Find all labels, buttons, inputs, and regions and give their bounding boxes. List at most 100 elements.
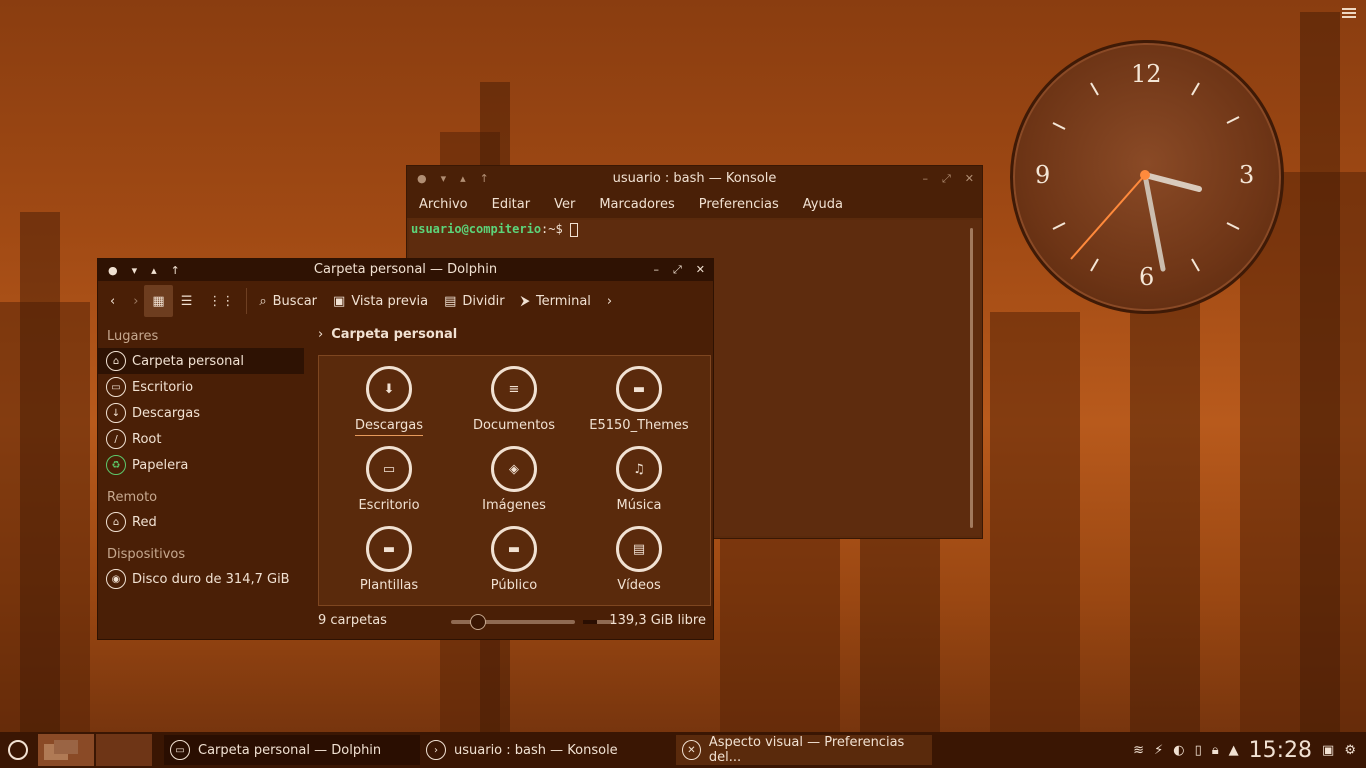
panel-settings-icon[interactable]: ⚙: [1344, 743, 1356, 758]
dolphin-window[interactable]: ● ▾ ▴ ↑ Carpeta personal — Dolphin – ⤢ ✕ ‹ › …: [97, 258, 714, 640]
back-button[interactable]: ‹: [98, 285, 127, 317]
folder-icon: ▬: [616, 366, 662, 412]
konsole-titlebar[interactable]: ● ▾ ▴ ↑ usuario : bash — Konsole – ⤢ ✕: [407, 166, 982, 190]
search-icon: ⌕: [259, 293, 267, 309]
power-icon[interactable]: ⚡: [1154, 743, 1163, 758]
zoom-slider[interactable]: [451, 614, 575, 630]
download-icon: ↓: [106, 403, 126, 423]
terminal-scrollbar[interactable]: [970, 228, 973, 528]
task-konsole[interactable]: › usuario : bash — Konsole: [420, 735, 676, 765]
taskbar-clock[interactable]: 15:28: [1249, 738, 1312, 763]
preview-button[interactable]: ▣ Vista previa: [325, 285, 436, 317]
chevron-left-icon: ‹: [110, 293, 116, 309]
close-icon[interactable]: ✕: [965, 172, 974, 186]
menu-archivo[interactable]: Archivo: [407, 197, 480, 212]
folder-musica[interactable]: ♫ Música: [584, 446, 694, 513]
sidebar-item-network[interactable]: ⌂ Red: [98, 509, 312, 535]
recycle-icon: ♻: [106, 455, 126, 475]
terminal-button[interactable]: ⮞ Terminal: [513, 285, 599, 317]
clipboard-icon[interactable]: ▯: [1195, 743, 1202, 758]
compact-view-button[interactable]: ☰: [173, 285, 201, 317]
icons-view-button[interactable]: ▦: [144, 285, 173, 317]
show-desktop-icon[interactable]: ▣: [1322, 743, 1334, 758]
chevron-right-icon: ›: [606, 293, 613, 309]
menu-marcadores[interactable]: Marcadores: [587, 197, 686, 212]
minimize-icon[interactable]: –: [653, 263, 659, 277]
sidebar-item-label: Carpeta personal: [132, 353, 244, 369]
menu-preferencias[interactable]: Preferencias: [687, 197, 791, 212]
sidebar-item-home[interactable]: ⌂ Carpeta personal: [98, 348, 304, 374]
folder-e5150-themes[interactable]: ▬ E5150_Themes: [584, 366, 694, 433]
pictures-folder-icon: ◈: [491, 446, 537, 492]
task-label: Carpeta personal — Dolphin: [198, 742, 382, 758]
maximize-icon[interactable]: ⤢: [673, 263, 682, 277]
settings-icon: ✕: [682, 740, 701, 760]
sidebar-item-trash[interactable]: ♻ Papelera: [98, 452, 312, 478]
folder-plantillas[interactable]: ▬ Plantillas: [334, 526, 444, 593]
system-tray: ≋ ⚡ ◐ ▯ 🔒︎ ▲ 15:28 ▣ ⚙: [1133, 732, 1366, 768]
tray-expand-icon[interactable]: ▲: [1229, 743, 1239, 758]
breadcrumb[interactable]: › Carpeta personal: [318, 327, 457, 342]
forward-button[interactable]: ›: [127, 285, 144, 317]
dolphin-window-controls[interactable]: – ⤢ ✕: [653, 263, 705, 277]
close-icon[interactable]: ✕: [696, 263, 705, 277]
split-button[interactable]: ▤ Dividir: [436, 285, 512, 317]
zoom-slider-handle[interactable]: [470, 614, 486, 630]
lock-icon[interactable]: 🔒︎: [1212, 743, 1219, 758]
analog-clock-widget: 12 3 6 9: [1010, 40, 1284, 314]
search-button[interactable]: ⌕ Buscar: [251, 285, 325, 317]
videos-folder-icon: ▤: [616, 526, 662, 572]
details-view-button[interactable]: ⋮⋮: [200, 285, 242, 317]
maximize-icon[interactable]: ⤢: [942, 172, 951, 186]
harddisk-icon: ◉: [106, 569, 126, 589]
book-icon: ▤: [444, 293, 457, 309]
dolphin-titlebar[interactable]: ● ▾ ▴ ↑ Carpeta personal — Dolphin – ⤢ ✕: [98, 259, 713, 281]
split-label: Dividir: [462, 293, 505, 309]
folder-escritorio[interactable]: ▭ Escritorio: [334, 446, 444, 513]
sidebar-item-desktop[interactable]: ▭ Escritorio: [98, 374, 312, 400]
minimize-icon[interactable]: –: [922, 172, 928, 186]
sidebar-item-label: Descargas: [132, 405, 201, 421]
status-bar: 9 carpetas 139,3 GiB libre: [318, 611, 709, 631]
desktop-folder-icon: ▭: [366, 446, 412, 492]
pager-desktop-2[interactable]: [96, 734, 152, 766]
app-launcher-button[interactable]: [0, 740, 36, 760]
network-icon[interactable]: ≋: [1133, 743, 1144, 758]
menu-ayuda[interactable]: Ayuda: [791, 197, 855, 212]
sidebar-item-label: Root: [132, 431, 162, 447]
remote-heading: Remoto: [107, 490, 158, 505]
more-toolbar-button[interactable]: ›: [599, 285, 620, 317]
menu-ver[interactable]: Ver: [542, 197, 587, 212]
task-dolphin[interactable]: ▭ Carpeta personal — Dolphin: [164, 735, 420, 765]
folder-label: Imágenes: [482, 498, 546, 513]
dolphin-title: Carpeta personal — Dolphin: [313, 262, 498, 277]
sidebar-item-disk[interactable]: ◉ Disco duro de 314,7 GiB: [98, 566, 312, 592]
desktop-menu-icon[interactable]: [1342, 8, 1356, 18]
folder-publico[interactable]: ▬ Público: [459, 526, 569, 593]
sidebar-item-label: Papelera: [132, 457, 189, 473]
sidebar-item-root[interactable]: / Root: [98, 426, 312, 452]
file-view[interactable]: ⬇ Descargas ≡ Documentos ▬ E5150_Themes ▭ Es…: [318, 355, 711, 606]
folder-videos[interactable]: ▤ Vídeos: [584, 526, 694, 593]
folder-imagenes[interactable]: ◈ Imágenes: [459, 446, 569, 513]
konsole-window-controls[interactable]: – ⤢ ✕: [922, 172, 974, 186]
task-system-settings[interactable]: ✕ Aspecto visual — Preferencias del...: [676, 735, 932, 765]
download-folder-icon: ⬇: [366, 366, 412, 412]
pager-desktop-1[interactable]: [38, 734, 94, 766]
devices-heading: Dispositivos: [107, 547, 186, 562]
volume-icon[interactable]: ◐: [1173, 743, 1184, 758]
sidebar-item-label: Red: [132, 514, 157, 530]
folder-label: Música: [616, 498, 662, 513]
task-label: Aspecto visual — Preferencias del...: [708, 735, 905, 765]
terminal-icon: ⮞: [520, 293, 530, 309]
menu-editar[interactable]: Editar: [480, 197, 543, 212]
free-space: 139,3 GiB libre: [609, 613, 706, 628]
launcher-icon: [8, 740, 28, 760]
taskbar: ▭ Carpeta personal — Dolphin › usuario : b…: [0, 732, 1366, 768]
public-folder-icon: ▬: [491, 526, 537, 572]
folder-descargas[interactable]: ⬇ Descargas: [334, 366, 444, 436]
sidebar-item-downloads[interactable]: ↓ Descargas: [98, 400, 312, 426]
task-label: usuario : bash — Konsole: [454, 742, 618, 758]
folder-documentos[interactable]: ≡ Documentos: [459, 366, 569, 433]
folder-label: Escritorio: [358, 498, 420, 513]
